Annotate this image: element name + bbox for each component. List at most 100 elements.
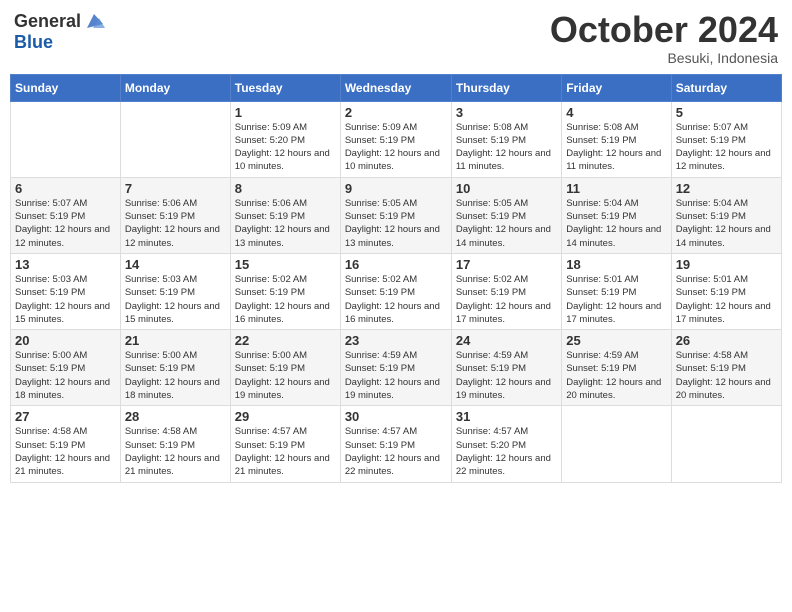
calendar-cell: 14Sunrise: 5:03 AM Sunset: 5:19 PM Dayli… bbox=[120, 253, 230, 329]
day-info: Sunrise: 5:02 AM Sunset: 5:19 PM Dayligh… bbox=[345, 273, 447, 326]
logo-general: General bbox=[14, 11, 81, 32]
calendar-cell: 10Sunrise: 5:05 AM Sunset: 5:19 PM Dayli… bbox=[451, 177, 561, 253]
day-number: 6 bbox=[15, 181, 116, 196]
calendar-cell bbox=[562, 406, 671, 482]
day-number: 20 bbox=[15, 333, 116, 348]
day-info: Sunrise: 4:58 AM Sunset: 5:19 PM Dayligh… bbox=[15, 425, 116, 478]
calendar-cell: 4Sunrise: 5:08 AM Sunset: 5:19 PM Daylig… bbox=[562, 101, 671, 177]
day-number: 12 bbox=[676, 181, 777, 196]
day-info: Sunrise: 5:07 AM Sunset: 5:19 PM Dayligh… bbox=[676, 121, 777, 174]
day-info: Sunrise: 5:03 AM Sunset: 5:19 PM Dayligh… bbox=[15, 273, 116, 326]
day-number: 29 bbox=[235, 409, 336, 424]
day-number: 16 bbox=[345, 257, 447, 272]
calendar-cell: 7Sunrise: 5:06 AM Sunset: 5:19 PM Daylig… bbox=[120, 177, 230, 253]
day-number: 30 bbox=[345, 409, 447, 424]
day-info: Sunrise: 4:58 AM Sunset: 5:19 PM Dayligh… bbox=[125, 425, 226, 478]
calendar-cell: 20Sunrise: 5:00 AM Sunset: 5:19 PM Dayli… bbox=[11, 330, 121, 406]
day-info: Sunrise: 5:03 AM Sunset: 5:19 PM Dayligh… bbox=[125, 273, 226, 326]
calendar-cell: 12Sunrise: 5:04 AM Sunset: 5:19 PM Dayli… bbox=[671, 177, 781, 253]
day-number: 25 bbox=[566, 333, 666, 348]
weekday-header-wednesday: Wednesday bbox=[340, 74, 451, 101]
calendar-week-4: 20Sunrise: 5:00 AM Sunset: 5:19 PM Dayli… bbox=[11, 330, 782, 406]
calendar-week-2: 6Sunrise: 5:07 AM Sunset: 5:19 PM Daylig… bbox=[11, 177, 782, 253]
day-info: Sunrise: 5:04 AM Sunset: 5:19 PM Dayligh… bbox=[676, 197, 777, 250]
calendar-cell: 9Sunrise: 5:05 AM Sunset: 5:19 PM Daylig… bbox=[340, 177, 451, 253]
day-info: Sunrise: 5:00 AM Sunset: 5:19 PM Dayligh… bbox=[15, 349, 116, 402]
day-info: Sunrise: 5:01 AM Sunset: 5:19 PM Dayligh… bbox=[676, 273, 777, 326]
month-title: October 2024 bbox=[550, 10, 778, 50]
day-number: 10 bbox=[456, 181, 557, 196]
calendar-cell: 11Sunrise: 5:04 AM Sunset: 5:19 PM Dayli… bbox=[562, 177, 671, 253]
day-info: Sunrise: 5:08 AM Sunset: 5:19 PM Dayligh… bbox=[456, 121, 557, 174]
calendar-cell: 27Sunrise: 4:58 AM Sunset: 5:19 PM Dayli… bbox=[11, 406, 121, 482]
day-info: Sunrise: 5:04 AM Sunset: 5:19 PM Dayligh… bbox=[566, 197, 666, 250]
calendar-cell: 25Sunrise: 4:59 AM Sunset: 5:19 PM Dayli… bbox=[562, 330, 671, 406]
calendar-cell: 15Sunrise: 5:02 AM Sunset: 5:19 PM Dayli… bbox=[230, 253, 340, 329]
logo-icon bbox=[83, 10, 105, 32]
day-info: Sunrise: 5:00 AM Sunset: 5:19 PM Dayligh… bbox=[235, 349, 336, 402]
calendar-cell: 30Sunrise: 4:57 AM Sunset: 5:19 PM Dayli… bbox=[340, 406, 451, 482]
day-number: 9 bbox=[345, 181, 447, 196]
day-number: 27 bbox=[15, 409, 116, 424]
day-info: Sunrise: 5:08 AM Sunset: 5:19 PM Dayligh… bbox=[566, 121, 666, 174]
calendar-week-3: 13Sunrise: 5:03 AM Sunset: 5:19 PM Dayli… bbox=[11, 253, 782, 329]
day-number: 8 bbox=[235, 181, 336, 196]
day-number: 4 bbox=[566, 105, 666, 120]
logo: General Blue bbox=[14, 10, 105, 53]
day-info: Sunrise: 5:06 AM Sunset: 5:19 PM Dayligh… bbox=[235, 197, 336, 250]
day-info: Sunrise: 4:59 AM Sunset: 5:19 PM Dayligh… bbox=[566, 349, 666, 402]
day-info: Sunrise: 5:09 AM Sunset: 5:20 PM Dayligh… bbox=[235, 121, 336, 174]
day-number: 1 bbox=[235, 105, 336, 120]
calendar-cell bbox=[11, 101, 121, 177]
day-info: Sunrise: 5:01 AM Sunset: 5:19 PM Dayligh… bbox=[566, 273, 666, 326]
calendar-week-1: 1Sunrise: 5:09 AM Sunset: 5:20 PM Daylig… bbox=[11, 101, 782, 177]
day-number: 5 bbox=[676, 105, 777, 120]
calendar-cell: 18Sunrise: 5:01 AM Sunset: 5:19 PM Dayli… bbox=[562, 253, 671, 329]
calendar-cell: 31Sunrise: 4:57 AM Sunset: 5:20 PM Dayli… bbox=[451, 406, 561, 482]
day-info: Sunrise: 4:57 AM Sunset: 5:19 PM Dayligh… bbox=[235, 425, 336, 478]
day-number: 14 bbox=[125, 257, 226, 272]
calendar-cell: 29Sunrise: 4:57 AM Sunset: 5:19 PM Dayli… bbox=[230, 406, 340, 482]
calendar-cell: 16Sunrise: 5:02 AM Sunset: 5:19 PM Dayli… bbox=[340, 253, 451, 329]
location-subtitle: Besuki, Indonesia bbox=[550, 50, 778, 66]
day-number: 23 bbox=[345, 333, 447, 348]
day-number: 26 bbox=[676, 333, 777, 348]
day-info: Sunrise: 5:02 AM Sunset: 5:19 PM Dayligh… bbox=[456, 273, 557, 326]
calendar-header-row: SundayMondayTuesdayWednesdayThursdayFrid… bbox=[11, 74, 782, 101]
weekday-header-thursday: Thursday bbox=[451, 74, 561, 101]
day-number: 19 bbox=[676, 257, 777, 272]
calendar-body: 1Sunrise: 5:09 AM Sunset: 5:20 PM Daylig… bbox=[11, 101, 782, 482]
day-number: 21 bbox=[125, 333, 226, 348]
day-info: Sunrise: 4:57 AM Sunset: 5:20 PM Dayligh… bbox=[456, 425, 557, 478]
calendar-cell: 22Sunrise: 5:00 AM Sunset: 5:19 PM Dayli… bbox=[230, 330, 340, 406]
calendar-cell: 24Sunrise: 4:59 AM Sunset: 5:19 PM Dayli… bbox=[451, 330, 561, 406]
day-number: 22 bbox=[235, 333, 336, 348]
day-number: 2 bbox=[345, 105, 447, 120]
day-number: 7 bbox=[125, 181, 226, 196]
calendar-cell: 17Sunrise: 5:02 AM Sunset: 5:19 PM Dayli… bbox=[451, 253, 561, 329]
day-number: 18 bbox=[566, 257, 666, 272]
weekday-header-monday: Monday bbox=[120, 74, 230, 101]
calendar-cell: 23Sunrise: 4:59 AM Sunset: 5:19 PM Dayli… bbox=[340, 330, 451, 406]
day-number: 3 bbox=[456, 105, 557, 120]
calendar-cell: 5Sunrise: 5:07 AM Sunset: 5:19 PM Daylig… bbox=[671, 101, 781, 177]
day-info: Sunrise: 4:59 AM Sunset: 5:19 PM Dayligh… bbox=[345, 349, 447, 402]
day-number: 13 bbox=[15, 257, 116, 272]
title-area: October 2024 Besuki, Indonesia bbox=[550, 10, 778, 66]
day-info: Sunrise: 5:00 AM Sunset: 5:19 PM Dayligh… bbox=[125, 349, 226, 402]
day-info: Sunrise: 5:05 AM Sunset: 5:19 PM Dayligh… bbox=[345, 197, 447, 250]
day-number: 24 bbox=[456, 333, 557, 348]
weekday-header-sunday: Sunday bbox=[11, 74, 121, 101]
weekday-header-friday: Friday bbox=[562, 74, 671, 101]
calendar-cell: 1Sunrise: 5:09 AM Sunset: 5:20 PM Daylig… bbox=[230, 101, 340, 177]
day-info: Sunrise: 5:09 AM Sunset: 5:19 PM Dayligh… bbox=[345, 121, 447, 174]
day-info: Sunrise: 4:58 AM Sunset: 5:19 PM Dayligh… bbox=[676, 349, 777, 402]
calendar-cell: 8Sunrise: 5:06 AM Sunset: 5:19 PM Daylig… bbox=[230, 177, 340, 253]
calendar-table: SundayMondayTuesdayWednesdayThursdayFrid… bbox=[10, 74, 782, 483]
day-info: Sunrise: 5:05 AM Sunset: 5:19 PM Dayligh… bbox=[456, 197, 557, 250]
logo-blue: Blue bbox=[14, 32, 53, 53]
calendar-week-5: 27Sunrise: 4:58 AM Sunset: 5:19 PM Dayli… bbox=[11, 406, 782, 482]
calendar-cell: 19Sunrise: 5:01 AM Sunset: 5:19 PM Dayli… bbox=[671, 253, 781, 329]
weekday-header-saturday: Saturday bbox=[671, 74, 781, 101]
day-number: 11 bbox=[566, 181, 666, 196]
